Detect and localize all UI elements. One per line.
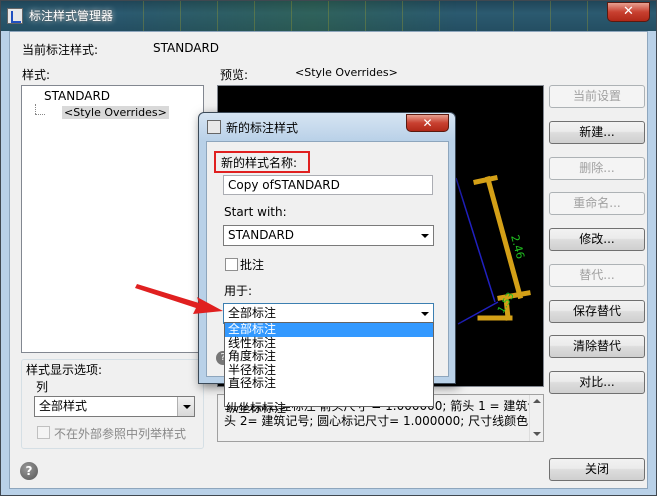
new-button[interactable]: 新建...	[549, 121, 645, 144]
description-scrollbar[interactable]	[529, 395, 543, 441]
close-button[interactable]: 关闭	[549, 458, 645, 481]
chevron-down-icon[interactable]	[416, 226, 433, 245]
use-for-dropdown-list[interactable]: 全部标注 线性标注 角度标注 半径标注 直径标注	[224, 322, 434, 407]
annotative-label: 批注	[240, 258, 265, 272]
start-with-select[interactable]: STANDARD	[223, 225, 434, 246]
override-button[interactable]: 替代...	[549, 264, 645, 287]
app-icon	[7, 8, 23, 24]
tree-item-standard[interactable]: STANDARD	[44, 89, 110, 103]
use-for-label: 用于:	[224, 284, 253, 298]
scroll-up-icon[interactable]	[530, 397, 543, 407]
clear-override-button[interactable]: 清除替代	[549, 335, 645, 358]
preview-label: 预览:	[220, 68, 249, 82]
list-select[interactable]: 全部样式	[34, 396, 195, 417]
help-icon[interactable]: ?	[20, 462, 38, 480]
new-style-dialog-close-button[interactable]: ✕	[406, 114, 449, 132]
new-style-name-label: 新的样式名称:	[221, 156, 298, 170]
new-style-dialog-title-bar[interactable]: 新的标注样式 ✕	[199, 113, 455, 141]
set-current-button[interactable]: 当前设置	[549, 85, 645, 108]
title-bar-background	[121, 1, 601, 31]
use-for-select[interactable]: 全部标注	[223, 303, 434, 324]
annotative-checkbox[interactable]	[225, 258, 238, 271]
dropdown-option[interactable]: 直径标注	[225, 377, 433, 391]
new-style-name-input[interactable]: Copy ofSTANDARD	[223, 175, 433, 195]
dropdown-option[interactable]: 线性标注	[225, 336, 433, 351]
dim-text-2: 1.53	[496, 291, 517, 316]
xref-checkbox-label: 不在外部参照中列举样式	[54, 427, 187, 441]
list-select-value: 全部样式	[39, 399, 88, 413]
dropdown-option[interactable]: 角度标注	[225, 350, 433, 364]
delete-button[interactable]: 删除...	[549, 157, 645, 180]
xref-checkbox[interactable]	[37, 426, 50, 439]
tree-connector	[35, 114, 45, 115]
preview-style-name: <Style Overrides>	[295, 66, 398, 79]
scroll-down-icon[interactable]	[530, 429, 543, 439]
close-window-button[interactable]: ✕	[607, 2, 650, 22]
tree-connector	[35, 104, 36, 114]
compare-button[interactable]: 对比...	[549, 371, 645, 394]
description-line-2: 头 2= 建筑记号; 圆心标记尺寸= 1.000000; 尺寸线颜色=	[224, 414, 539, 428]
save-override-button[interactable]: 保存替代	[549, 300, 645, 323]
list-options-label: 样式显示选项:	[24, 361, 105, 378]
new-style-dialog-title: 新的标注样式	[226, 121, 299, 135]
title-bar[interactable]: 标注样式管理器 ✕	[1, 1, 656, 31]
dropdown-option[interactable]: 全部标注	[225, 323, 433, 337]
current-style-value: STANDARD	[153, 41, 220, 55]
red-arrow-annotation	[135, 284, 223, 314]
start-with-label: Start with:	[224, 205, 287, 219]
styles-label: 样式:	[22, 68, 51, 82]
list-label: 列	[36, 380, 49, 394]
window-title: 标注样式管理器	[29, 9, 114, 23]
use-for-value: 全部标注	[228, 306, 277, 320]
dialog-icon	[207, 120, 221, 134]
tree-item-style-overrides[interactable]: <Style Overrides>	[62, 106, 169, 119]
chevron-down-icon[interactable]	[177, 397, 194, 416]
rename-button[interactable]: 重命名...	[549, 192, 645, 215]
dropdown-option[interactable]: 纵坐标标注	[226, 402, 286, 415]
dropdown-option[interactable]: 半径标注	[225, 363, 433, 378]
current-style-label: 当前标注样式:	[22, 43, 99, 57]
chevron-down-icon[interactable]	[416, 304, 433, 323]
modify-button[interactable]: 修改...	[549, 228, 645, 251]
start-with-value: STANDARD	[228, 228, 295, 242]
